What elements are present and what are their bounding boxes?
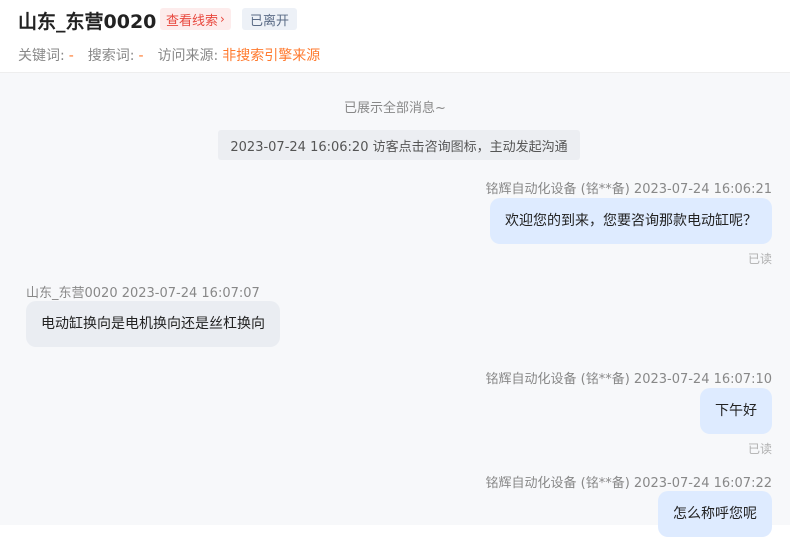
message-bubble[interactable]: 欢迎您的到来，您要咨询那款电动缸呢？ (490, 198, 772, 244)
status-badge: 已离开 (242, 8, 298, 30)
keyword-info: 关键词: - (18, 45, 74, 65)
source-info: 访问来源: 非搜索引擎来源 (158, 45, 321, 65)
message-bubble[interactable]: 下午好 (700, 388, 772, 434)
chevron-right-icon: › (220, 12, 225, 26)
search-term-value: - (138, 48, 144, 64)
chat-area[interactable]: 已展示全部消息~ 2023-07-24 16:06:20 访客点击咨询图标，主动… (0, 73, 790, 537)
keyword-value: - (68, 48, 74, 64)
chat-header: 山东_东营0020 查看线索 › 已离开 关键词: - 搜索词: - 访问来源: 非搜… (0, 0, 790, 73)
view-lead-label: 查看线索 (166, 13, 219, 29)
all-messages-notice: 已展示全部消息~ (344, 101, 446, 116)
message-sender: 铭辉自动化设备 (铭**备) 2023-07-24 16:07:22 (485, 476, 772, 491)
source-label: 访问来源: (157, 48, 219, 64)
message-sender: 山东_东营0020 2023-07-24 16:07:07 (26, 286, 260, 301)
message-sender: 铭辉自动化设备 (铭**备) 2023-07-24 16:07:10 (485, 372, 772, 387)
system-event: 2023-07-24 16:06:20 访客点击咨询图标，主动发起沟通 (218, 130, 580, 160)
read-status: 已读 (747, 442, 772, 456)
source-value: 非搜索引擎来源 (222, 48, 321, 64)
keyword-label: 关键词: (18, 48, 65, 64)
message-sender: 铭辉自动化设备 (铭**备) 2023-07-24 16:06:21 (485, 182, 772, 197)
message-bubble[interactable]: 电动缸换向是电机换向还是丝杠换向 (26, 301, 280, 347)
view-lead-button[interactable]: 查看线索 › (160, 8, 231, 30)
search-term-label: 搜索词: (87, 48, 135, 64)
visitor-name: 山东_东营0020 (18, 11, 157, 33)
search-term-info: 搜索词: - (88, 45, 144, 65)
message-bubble[interactable]: 怎么称呼您呢 (658, 491, 772, 537)
read-status: 已读 (747, 252, 772, 266)
visitor-meta: 关键词: - 搜索词: - 访问来源: 非搜索引擎来源 (18, 45, 334, 65)
